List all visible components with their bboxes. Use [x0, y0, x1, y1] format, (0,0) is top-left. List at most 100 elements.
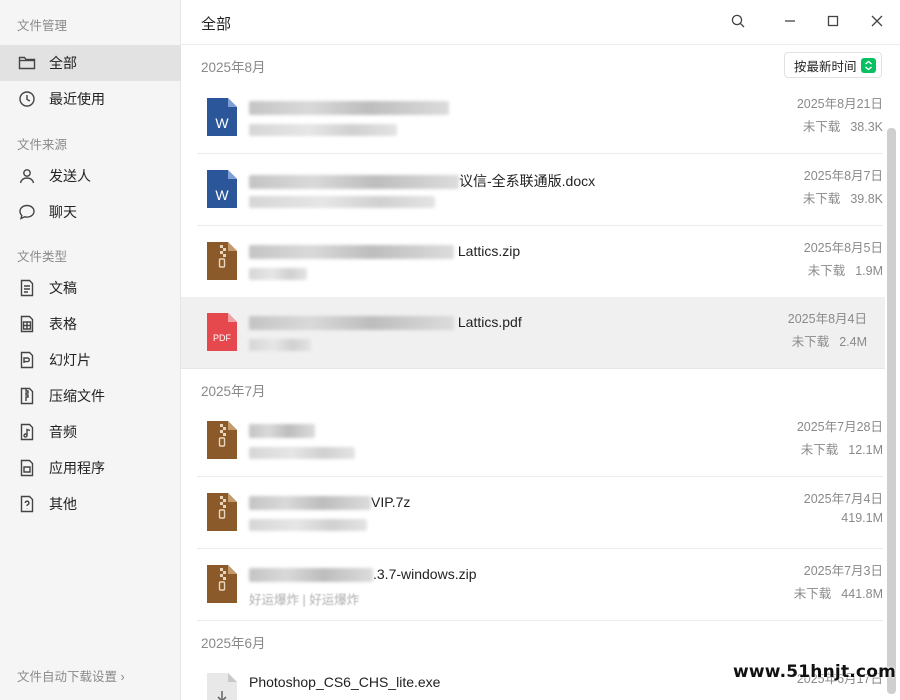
close-button[interactable] — [866, 12, 888, 34]
title-bar: 全部 — [181, 0, 900, 45]
question-file-icon — [17, 494, 37, 514]
file-size: 39.8K — [850, 192, 883, 206]
file-date: 2025年8月5日 — [803, 241, 883, 255]
nav-header-source: 文件来源 — [17, 138, 68, 152]
sidebar-item-documents[interactable]: 文稿 — [0, 270, 181, 306]
svg-text:PDF: PDF — [213, 333, 232, 343]
download-status: 未下载 — [807, 264, 846, 278]
sidebar-item-all[interactable]: 全部 — [0, 45, 181, 81]
file-name: VIP.7z — [249, 494, 410, 511]
sidebar-item-spreadsheets[interactable]: 表格 — [0, 306, 181, 342]
sidebar-item-label: 全部 — [49, 55, 77, 71]
sidebar-item-label: 压缩文件 — [49, 388, 105, 404]
sidebar-item-recent[interactable]: 最近使用 — [0, 81, 181, 117]
file-date: 2025年7月4日 — [803, 492, 883, 506]
file-name: Photoshop_CS6_CHS_lite.exe — [249, 674, 441, 690]
zip-file-icon — [207, 493, 237, 531]
clock-icon — [17, 89, 37, 109]
archive-icon — [17, 386, 37, 406]
download-status: 未下载 — [802, 120, 841, 134]
chat-bubble-icon — [17, 202, 37, 222]
sidebar-item-apps[interactable]: 应用程序 — [0, 450, 181, 486]
nav-header-type: 文件类型 — [17, 250, 68, 264]
file-size: 419.1M — [841, 511, 883, 525]
scrollbar[interactable] — [887, 128, 896, 694]
file-row[interactable]: W 议信-全系联通版.docx 2025年8月7日 未下载 39.8K — [197, 154, 883, 226]
file-row[interactable]: VIP.7z 2025年7月4日 419.1M — [197, 477, 883, 549]
nav-group-main: 全部 最近使用 — [0, 45, 181, 117]
search-button[interactable] — [727, 12, 749, 34]
sidebar-item-label: 最近使用 — [49, 91, 105, 107]
slides-icon — [17, 350, 37, 370]
file-date: 2025年7月3日 — [803, 564, 883, 578]
page-title: 全部 — [201, 16, 232, 33]
sort-label: 按最新时间 — [794, 59, 857, 74]
file-name: Lattics.pdf — [249, 314, 522, 331]
sidebar-item-audio[interactable]: 音频 — [0, 414, 181, 450]
zip-file-icon — [207, 565, 237, 603]
sidebar-item-label: 文稿 — [49, 280, 77, 296]
auto-download-settings-link[interactable]: 文件自动下载设置 › — [17, 666, 125, 685]
sidebar-item-chat[interactable]: 聊天 — [0, 194, 181, 230]
file-row[interactable]: 2025年7月28日 未下载 12.1M — [197, 405, 883, 477]
blurred-file-source — [249, 339, 311, 351]
file-name: .3.7-windows.zip — [249, 566, 477, 583]
pdf-file-icon: PDF — [207, 313, 237, 351]
section-label-aug: 2025年8月 — [201, 60, 266, 75]
sidebar-item-label: 其他 — [49, 496, 77, 512]
file-size: 38.3K — [850, 120, 883, 134]
file-meta: 未下载 441.8M — [794, 583, 883, 602]
updown-chevron-icon — [861, 58, 876, 73]
maximize-icon — [826, 14, 840, 33]
maximize-button[interactable] — [822, 12, 844, 34]
file-size: 2.4M — [839, 335, 867, 349]
spreadsheet-icon — [17, 314, 37, 334]
blurred-file-source — [249, 124, 397, 136]
document-icon — [17, 278, 37, 298]
blurred-file-source — [249, 268, 307, 280]
file-row[interactable]: Lattics.zip 2025年8月5日 未下载 1.9M — [197, 226, 883, 298]
sidebar-item-label: 发送人 — [49, 168, 91, 184]
minimize-icon — [783, 14, 797, 33]
sidebar-item-label: 幻灯片 — [49, 352, 91, 368]
file-name: Lattics.zip — [249, 243, 520, 260]
download-status: 未下载 — [791, 335, 830, 349]
file-name — [249, 422, 315, 439]
sidebar-item-sender[interactable]: 发送人 — [0, 158, 181, 194]
app-icon — [17, 458, 37, 478]
blurred-file-source — [249, 519, 367, 531]
file-name — [249, 99, 449, 116]
file-name: 议信-全系联通版.docx — [249, 171, 595, 191]
music-note-icon — [17, 422, 37, 442]
sidebar-item-other[interactable]: 其他 — [0, 486, 181, 522]
file-meta: 未下载 2.4M — [792, 331, 867, 350]
blurred-file-source — [249, 196, 435, 208]
file-meta: 未下载 39.8K — [803, 188, 883, 207]
file-row[interactable]: PDF Lattics.pdf 2025年8月4日 未下载 2.4M — [181, 297, 885, 369]
nav-group-type: 文件类型 文稿 表格 幻灯片 压缩文件 音频 应用程序 其他 — [0, 244, 181, 522]
section-label-jun: 2025年6月 — [201, 636, 266, 651]
nav-group-source: 文件来源 发送人 聊天 — [0, 132, 181, 230]
folder-icon — [17, 53, 37, 73]
sidebar-item-slides[interactable]: 幻灯片 — [0, 342, 181, 378]
sidebar-item-label: 聊天 — [49, 204, 77, 220]
person-icon — [17, 166, 37, 186]
sort-dropdown[interactable]: 按最新时间 — [784, 52, 882, 78]
download-status: 未下载 — [793, 587, 832, 601]
file-meta: 未下载 1.9M — [808, 260, 883, 279]
file-meta: 未下载 12.1M — [801, 439, 883, 458]
minimize-button[interactable] — [779, 12, 801, 34]
close-icon — [870, 14, 884, 33]
file-meta: 未下载 38.3K — [803, 116, 883, 135]
file-row[interactable]: W 2025年8月21日 未下载 38.3K — [197, 82, 883, 154]
file-source: 好运爆炸 | 好运爆炸 — [249, 593, 360, 607]
word-file-icon: W — [207, 170, 237, 208]
file-size: 12.1M — [848, 443, 883, 457]
svg-text:W: W — [215, 187, 229, 203]
blurred-file-source — [249, 447, 355, 459]
file-row[interactable]: .3.7-windows.zip 好运爆炸 | 好运爆炸 2025年7月3日 未… — [197, 549, 883, 621]
file-date: 2025年8月21日 — [796, 97, 883, 111]
sidebar-item-archives[interactable]: 压缩文件 — [0, 378, 181, 414]
download-status: 未下载 — [800, 443, 839, 457]
file-date: 2025年7月28日 — [796, 420, 883, 434]
